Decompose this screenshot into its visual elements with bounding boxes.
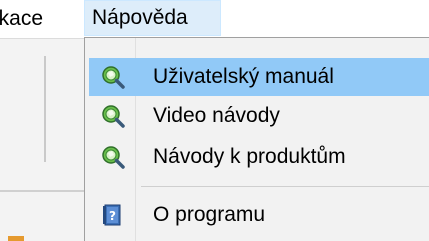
background-window-panel <box>0 38 84 241</box>
help-dropdown-menu: Uživatelský manuál Video návody Návody k… <box>84 37 429 241</box>
menu-separator <box>141 186 429 187</box>
menu-item-about[interactable]: ? O programu <box>89 196 429 234</box>
magnifier-icon <box>101 145 125 169</box>
menu-item-label: Uživatelský manuál <box>153 65 334 88</box>
magnifier-icon <box>101 104 125 128</box>
menu-napoveda[interactable]: Nápověda <box>84 0 221 36</box>
background-divider <box>44 56 46 162</box>
background-element <box>8 236 24 241</box>
menu-item-label: Návody k produktům <box>153 145 346 168</box>
background-divider <box>0 190 84 192</box>
menu-item-video-guides[interactable]: Video návody <box>89 97 429 135</box>
menu-item-label: O programu <box>153 203 266 226</box>
about-help-icon: ? <box>101 203 125 227</box>
menu-item-label: Video návody <box>153 104 280 127</box>
svg-text:?: ? <box>109 209 116 223</box>
magnifier-icon <box>101 65 125 89</box>
app-window: ikace Nápověda Uživatelský manuál <box>0 0 429 241</box>
menu-item-product-guides[interactable]: Návody k produktům <box>89 138 429 176</box>
menu-item-user-manual[interactable]: Uživatelský manuál <box>89 58 429 96</box>
menu-aplikace[interactable]: ikace <box>0 0 84 38</box>
menu-bar: ikace Nápověda <box>0 0 429 38</box>
